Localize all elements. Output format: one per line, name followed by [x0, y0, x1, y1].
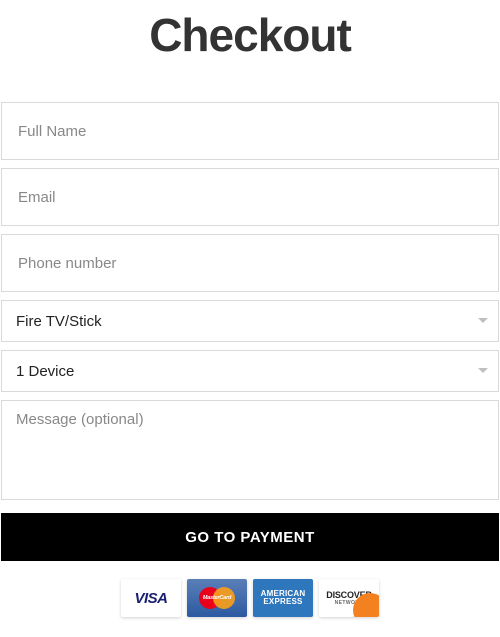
- full-name-input[interactable]: [1, 102, 499, 160]
- message-textarea[interactable]: [1, 400, 499, 500]
- device-type-value: Fire TV/Stick: [16, 313, 102, 330]
- amex-logo: AMERICAN EXPRESS: [253, 579, 313, 617]
- chevron-down-icon: [478, 368, 488, 374]
- visa-text: VISA: [134, 590, 167, 607]
- chevron-down-icon: [478, 318, 488, 324]
- email-input[interactable]: [1, 168, 499, 226]
- device-count-value: 1 Device: [16, 363, 74, 380]
- mastercard-logo: MasterCard: [187, 579, 247, 617]
- discover-logo: DISCOVER NETWORK: [319, 579, 379, 617]
- go-to-payment-button[interactable]: GO TO PAYMENT: [1, 513, 499, 561]
- visa-logo: VISA: [121, 579, 181, 617]
- device-type-select[interactable]: Fire TV/Stick: [1, 300, 499, 342]
- checkout-form: Fire TV/Stick 1 Device GO TO PAYMENT: [0, 102, 500, 579]
- mastercard-icon: MasterCard: [199, 587, 235, 609]
- page-title: Checkout: [0, 8, 500, 62]
- phone-input[interactable]: [1, 234, 499, 292]
- device-count-select[interactable]: 1 Device: [1, 350, 499, 392]
- amex-text-2: EXPRESS: [263, 598, 302, 606]
- payment-methods: VISA MasterCard AMERICAN EXPRESS DISCOVE…: [0, 579, 500, 637]
